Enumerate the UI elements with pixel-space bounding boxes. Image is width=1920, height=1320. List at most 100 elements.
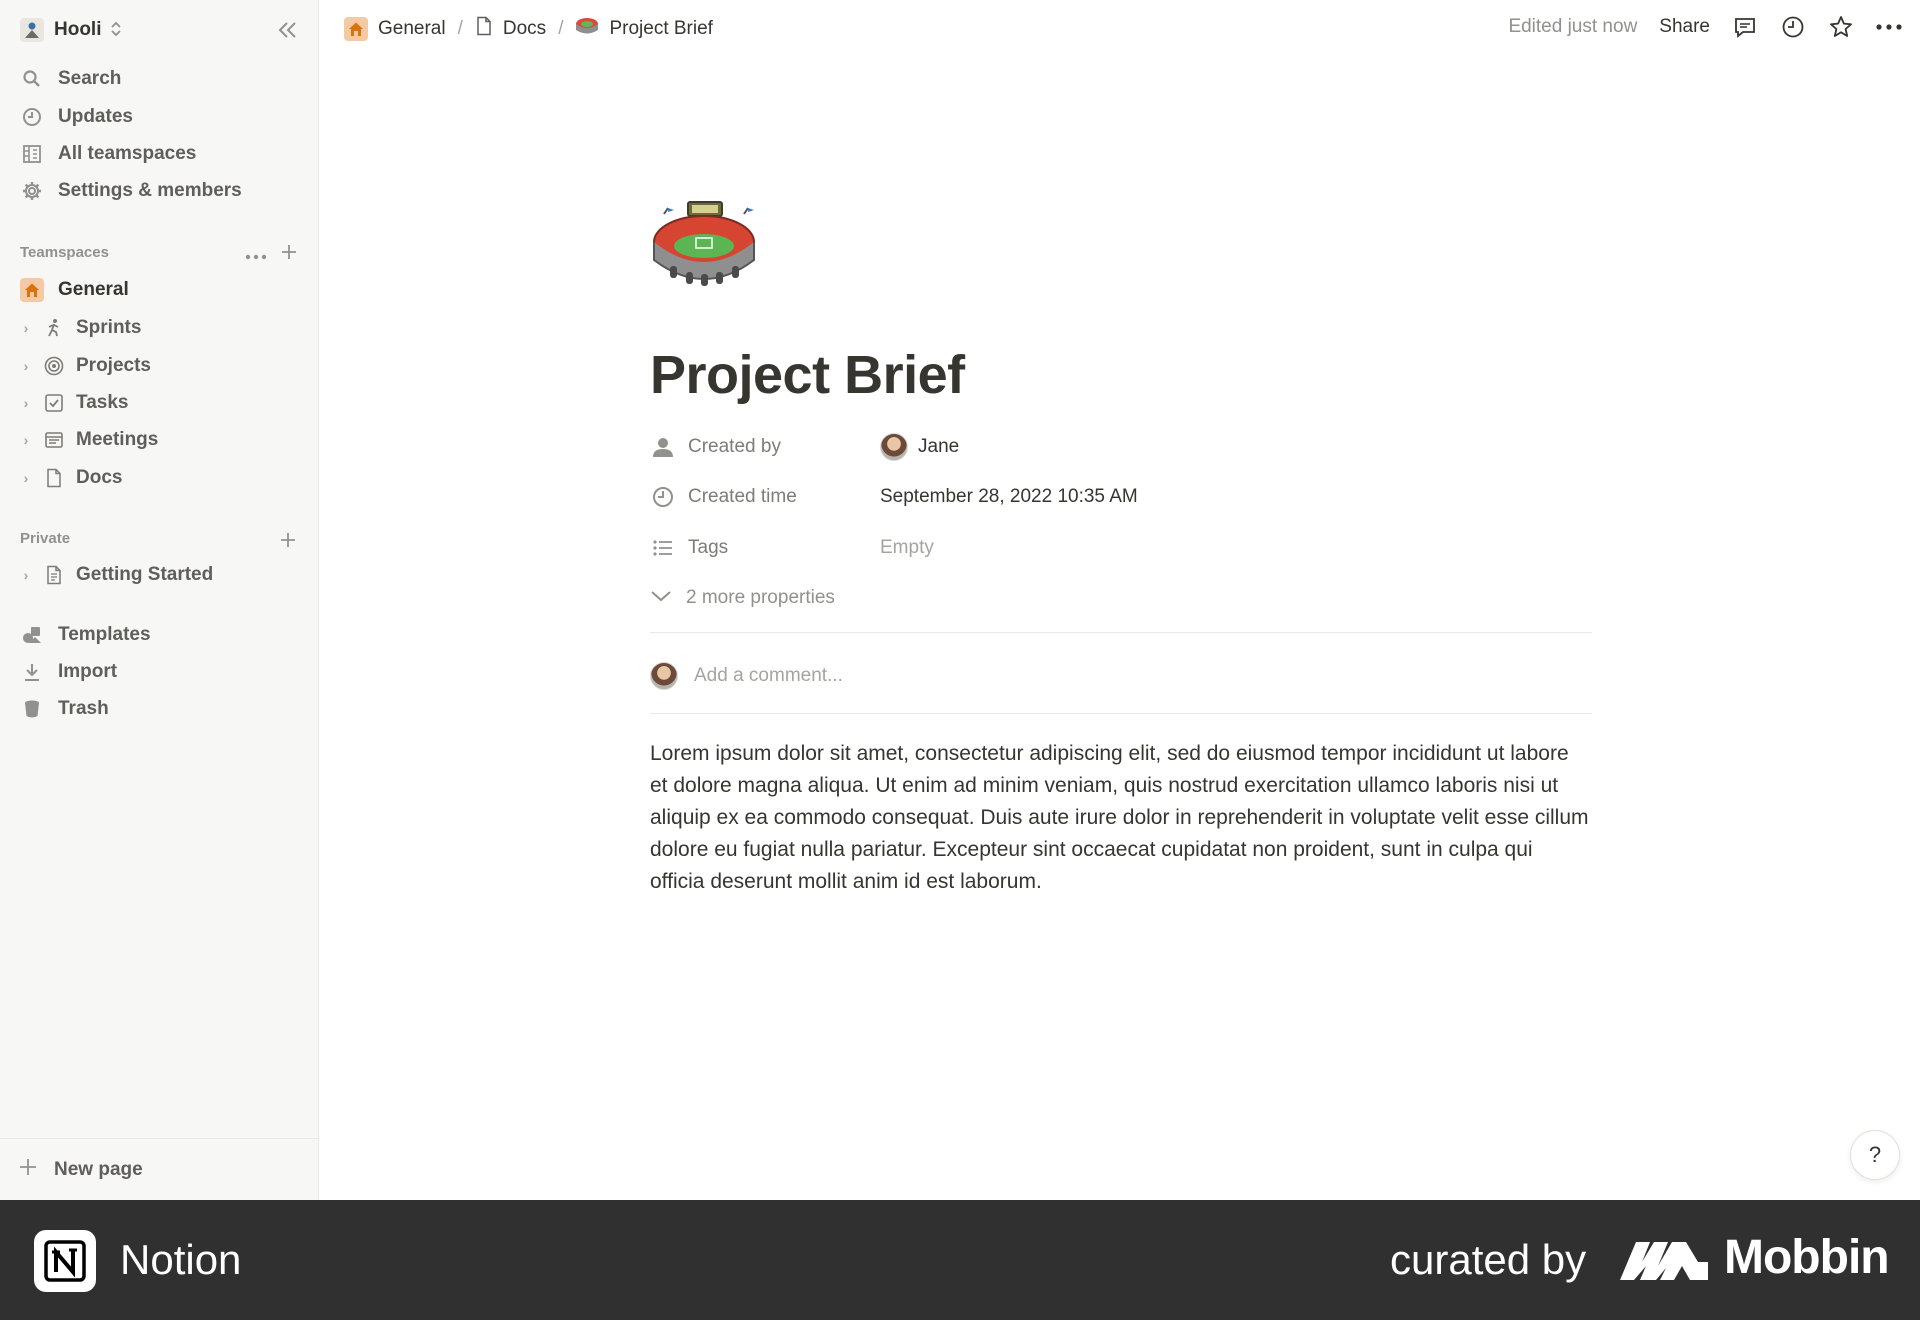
chevron-right-icon[interactable]: › — [16, 320, 36, 336]
comment-input[interactable]: Add a comment... — [650, 656, 843, 696]
sidebar-item-docs[interactable]: › Docs — [12, 461, 308, 495]
workspace-name: Hooli — [54, 19, 102, 40]
clock-icon — [650, 484, 676, 510]
target-icon — [42, 354, 66, 378]
notion-logo-icon — [34, 1230, 96, 1292]
property-value: September 28, 2022 10:35 AM — [880, 486, 1138, 507]
more-properties-toggle[interactable]: 2 more properties — [650, 580, 835, 616]
sidebar-item-meetings[interactable]: › Meetings — [12, 423, 308, 457]
private-section-label: Private — [20, 530, 71, 547]
property-value: Jane — [918, 436, 960, 457]
page-icon — [475, 16, 493, 42]
avatar — [650, 662, 678, 690]
building-icon — [20, 142, 44, 166]
avatar — [880, 433, 908, 461]
property-created-by[interactable]: Created by Jane — [650, 427, 1590, 467]
chevron-right-icon[interactable]: › — [16, 567, 36, 583]
more-options-icon[interactable] — [1876, 14, 1902, 40]
property-tags[interactable]: Tags Empty — [650, 528, 1590, 568]
more-properties-label: 2 more properties — [686, 587, 835, 608]
sidebar-item-getting-started[interactable]: › Getting Started — [12, 558, 308, 592]
sidebar-item-label: Projects — [76, 355, 151, 376]
add-private-page-icon[interactable] — [280, 528, 296, 554]
chevron-down-icon — [650, 587, 672, 609]
sidebar-item-label: Templates — [58, 624, 151, 645]
history-icon[interactable] — [1780, 14, 1806, 40]
property-name: Tags — [688, 537, 729, 558]
sidebar-item-label: Settings & members — [58, 180, 242, 201]
page-title[interactable]: Project Brief — [650, 344, 965, 406]
page-icon — [42, 466, 66, 490]
checkbox-icon — [42, 391, 66, 415]
sidebar-item-label: Updates — [58, 106, 133, 127]
help-button[interactable]: ? — [1850, 1130, 1900, 1180]
star-icon[interactable] — [1828, 14, 1854, 40]
clock-icon — [20, 105, 44, 129]
chevron-right-icon[interactable]: › — [16, 432, 36, 448]
shapes-icon — [20, 623, 44, 647]
footer-banner: Notion curated by Mobbin — [0, 1200, 1920, 1320]
sidebar-item-label: Docs — [76, 467, 123, 488]
teamspaces-section-label: Teamspaces — [20, 244, 109, 261]
comment-placeholder: Add a comment... — [694, 665, 843, 686]
home-icon — [344, 17, 368, 41]
page-emoji-icon[interactable] — [652, 198, 756, 294]
collapse-sidebar-icon[interactable] — [274, 16, 302, 44]
sidebar-item-all-teamspaces[interactable]: All teamspaces — [12, 137, 308, 171]
sidebar-item-search[interactable]: Search — [12, 62, 308, 96]
search-icon — [20, 67, 44, 91]
edited-status: Edited just now — [1508, 16, 1638, 37]
workspace-switcher[interactable]: Hooli — [20, 16, 122, 44]
chevron-right-icon[interactable]: › — [16, 395, 36, 411]
property-name: Created time — [688, 486, 797, 507]
breadcrumb-docs[interactable]: Docs — [475, 16, 546, 42]
sidebar-item-label: Getting Started — [76, 564, 214, 585]
footer-curated-by: curated by — [1390, 1236, 1587, 1283]
stadium-icon — [575, 15, 599, 43]
sidebar-item-updates[interactable]: Updates — [12, 100, 308, 134]
sidebar-item-tasks[interactable]: › Tasks — [12, 386, 308, 420]
more-options-icon[interactable] — [245, 240, 267, 266]
footer-brand: Mobbin — [1724, 1231, 1890, 1284]
share-button[interactable]: Share — [1659, 16, 1710, 38]
new-page-button[interactable]: New page — [0, 1138, 319, 1200]
sidebar: Hooli Search Updates All teamspaces Sett… — [0, 0, 319, 1200]
sidebar-item-templates[interactable]: Templates — [12, 618, 308, 652]
breadcrumb-label: Project Brief — [609, 18, 713, 39]
breadcrumb-separator: / — [558, 18, 564, 39]
breadcrumb-label: General — [378, 18, 446, 39]
sidebar-item-label: General — [58, 279, 129, 300]
home-icon — [20, 278, 44, 302]
list-icon — [650, 535, 676, 561]
breadcrumb: General / Docs / Project Brief — [344, 15, 713, 43]
comment-icon[interactable] — [1732, 14, 1758, 40]
sidebar-item-label: Tasks — [76, 392, 129, 413]
chevron-updown-icon — [110, 21, 122, 40]
document-icon — [42, 563, 66, 587]
sidebar-item-sprints[interactable]: › Sprints — [12, 311, 308, 345]
person-icon — [650, 434, 676, 460]
download-icon — [20, 660, 44, 684]
page-body-paragraph[interactable]: Lorem ipsum dolor sit amet, consectetur … — [650, 738, 1590, 898]
sidebar-item-settings[interactable]: Settings & members — [12, 174, 308, 208]
breadcrumb-project-brief[interactable]: Project Brief — [575, 15, 713, 43]
sidebar-item-label: Search — [58, 68, 122, 89]
chevron-right-icon[interactable]: › — [16, 470, 36, 486]
sidebar-item-label: Import — [58, 661, 118, 682]
sidebar-item-projects[interactable]: › Projects — [12, 349, 308, 383]
sidebar-item-label: All teamspaces — [58, 143, 197, 164]
sidebar-item-import[interactable]: Import — [12, 655, 308, 689]
divider — [650, 713, 1592, 714]
add-teamspace-icon[interactable] — [281, 240, 297, 266]
sidebar-item-label: Meetings — [76, 429, 159, 450]
breadcrumb-label: Docs — [502, 18, 547, 39]
mobbin-logo-icon — [1620, 1238, 1708, 1285]
sidebar-item-label: Trash — [58, 698, 109, 719]
chevron-right-icon[interactable]: › — [16, 358, 36, 374]
sidebar-item-general[interactable]: General — [12, 273, 308, 307]
gear-icon — [20, 179, 44, 203]
breadcrumb-general[interactable]: General — [344, 17, 446, 41]
property-created-time[interactable]: Created time September 28, 2022 10:35 AM — [650, 477, 1590, 517]
sidebar-item-label: Sprints — [76, 317, 142, 338]
sidebar-item-trash[interactable]: Trash — [12, 692, 308, 726]
